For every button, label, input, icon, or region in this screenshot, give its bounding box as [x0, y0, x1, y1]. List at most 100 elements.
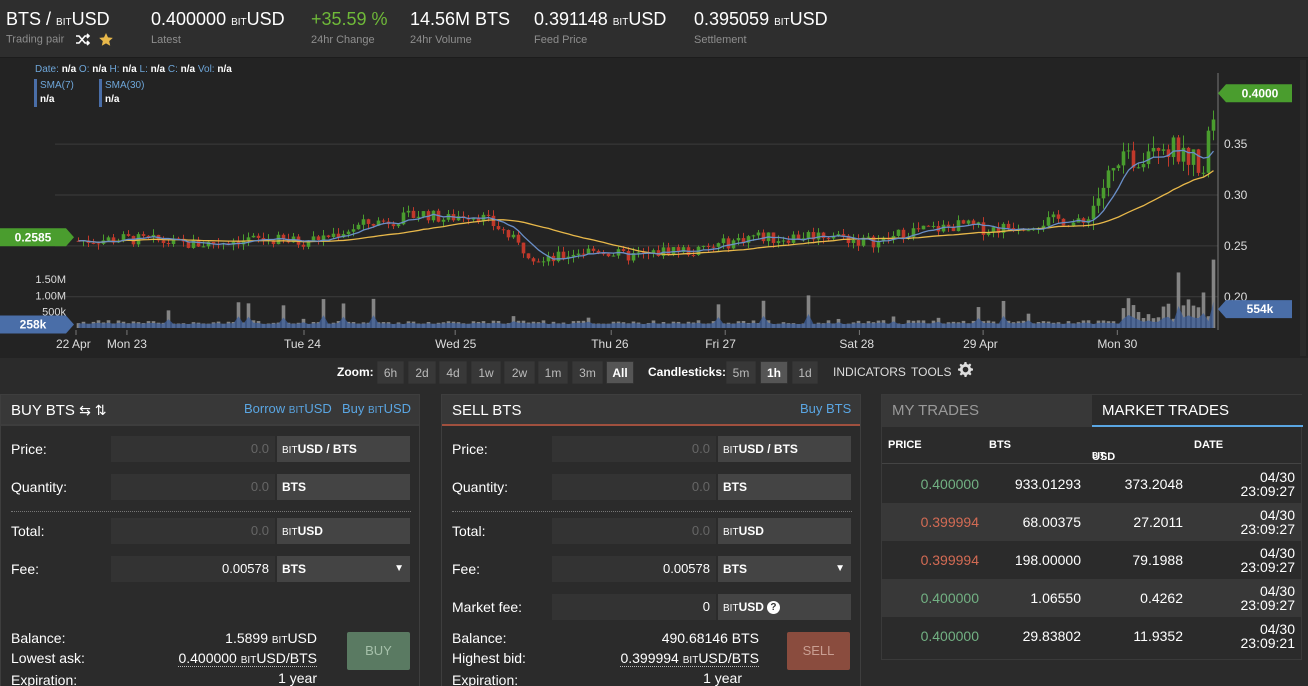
candle-5m-button[interactable]: 5m — [726, 361, 756, 384]
indicators-button[interactable]: INDICATORS — [833, 365, 906, 379]
sell-button[interactable]: SELL — [787, 632, 850, 670]
buy-panel-title: BUY BTS ⇆ ⇅ — [11, 402, 107, 419]
candle — [851, 239, 856, 243]
buy-balance-value[interactable]: 1.5899 BITUSD — [225, 630, 317, 646]
candle — [516, 234, 521, 243]
candle — [701, 245, 706, 247]
candle — [611, 255, 616, 257]
buy-price-input[interactable]: 0.0 — [111, 436, 275, 462]
candle — [961, 220, 966, 224]
buy-quantity-row: Quantity: 0.0 BTS — [11, 474, 411, 500]
trade-bts: 1.06550 — [1030, 590, 1081, 606]
candle — [1121, 151, 1126, 166]
table-row[interactable]: 0.399994 68.00375 27.2011 04/30 23:09:27 — [882, 503, 1301, 541]
buy-price-row: Price: 0.0 BITUSD / BTS — [11, 436, 411, 462]
zoom-6h-button[interactable]: 6h — [377, 361, 404, 384]
candle — [256, 235, 261, 238]
sell-quantity-unit: BTS — [718, 474, 851, 500]
table-row[interactable]: 0.400000 933.01293 373.2048 04/30 23:09:27 — [882, 465, 1301, 503]
market-fee-label: Market fee: — [452, 599, 523, 615]
borrow-link[interactable]: Borrow BITUSD — [244, 401, 332, 416]
col-bts[interactable]: BTS — [989, 439, 1011, 451]
highest-bid-value[interactable]: 0.399994 BITUSD/BTS — [620, 650, 759, 667]
sell-price-input[interactable]: 0.0 — [552, 436, 716, 462]
candle — [606, 253, 611, 257]
sell-divider — [452, 511, 852, 512]
zoom-2d-button[interactable]: 2d — [408, 361, 436, 384]
swap-icon[interactable]: ⇆ ⇅ — [79, 402, 106, 418]
volume-tick-label: 1.50M — [35, 274, 66, 286]
buy-usd-link[interactable]: Buy BITUSD — [342, 401, 411, 416]
buy-fee-asset-select[interactable]: BTS ▼ — [277, 556, 410, 582]
x-tick-label: Sat 28 — [839, 337, 874, 351]
candle — [816, 232, 821, 240]
buy-quantity-unit: BTS — [277, 474, 410, 500]
price-chart[interactable]: 0.35 0.30 0.25 0.20 1.50M 1.00M 500k 22 Apr Mon … — [0, 58, 1308, 358]
settlement-label: Settlement — [694, 34, 747, 46]
candle — [751, 235, 756, 237]
col-price[interactable]: PRICE — [888, 439, 922, 451]
zoom-3m-button[interactable]: 3m — [572, 361, 603, 384]
tools-button[interactable]: TOOLS — [911, 365, 951, 379]
pair-title[interactable]: BTS / BITUSD — [6, 9, 113, 30]
candle — [396, 224, 401, 227]
ohlc-legend: Date: n/a O: n/a H: n/a L: n/a C: n/a Vo… — [35, 64, 232, 75]
candle — [931, 225, 936, 227]
trades-table-header: PRICE BTS BIT USD DATE — [882, 427, 1301, 464]
candle — [786, 240, 791, 243]
right-volume-marker-label: 554k — [1247, 302, 1274, 316]
sell-fee-value: 0.00578 — [552, 556, 716, 582]
sell-total-input[interactable]: 0.0 — [552, 518, 716, 544]
candle — [246, 237, 251, 241]
zoom-2w-button[interactable]: 2w — [504, 361, 535, 384]
table-row[interactable]: 0.400000 1.06550 0.4262 04/30 23:09:27 — [882, 579, 1301, 617]
buy-expiration-value[interactable]: 1 year — [278, 670, 317, 686]
buy-bts-link[interactable]: Buy BTS — [800, 401, 851, 416]
candle — [356, 224, 361, 230]
chevron-down-icon: ▼ — [835, 563, 845, 574]
sell-balance-value[interactable]: 490.68146 BTS — [662, 630, 759, 646]
help-icon[interactable]: ? — [766, 601, 780, 614]
sell-expiration-value[interactable]: 1 year — [703, 670, 742, 686]
table-row[interactable]: 0.400000 29.83802 11.9352 04/30 23:09:21 — [882, 617, 1301, 655]
candle — [421, 211, 426, 217]
zoom-1w-button[interactable]: 1w — [471, 361, 501, 384]
zoom-1m-button[interactable]: 1m — [538, 361, 568, 384]
lowest-ask-value[interactable]: 0.400000 BITUSD/BTS — [178, 650, 317, 667]
candle — [1046, 217, 1051, 226]
gear-icon[interactable] — [958, 362, 973, 377]
sell-fee-label: Fee: — [452, 561, 481, 577]
candle — [371, 223, 376, 226]
zoom-all-button[interactable]: All — [606, 361, 634, 384]
candle-1h-button[interactable]: 1h — [760, 361, 788, 384]
candle — [1151, 147, 1156, 152]
x-tick-label: 22 Apr — [56, 337, 91, 351]
star-icon[interactable] — [99, 33, 114, 46]
trading-pair: BTS / BITUSD Trading pair — [6, 9, 114, 46]
settlement-value: 0.395059 BITUSD — [694, 9, 828, 29]
sell-quantity-input[interactable]: 0.0 — [552, 474, 716, 500]
buy-quantity-input[interactable]: 0.0 — [111, 474, 275, 500]
candle — [1201, 172, 1206, 174]
tab-my-trades[interactable]: MY TRADES — [882, 395, 1092, 427]
shuffle-icon[interactable] — [75, 33, 91, 46]
candle — [1161, 149, 1166, 151]
sell-fee-asset-select[interactable]: BTS ▼ — [718, 556, 851, 582]
zoom-4d-button[interactable]: 4d — [439, 361, 467, 384]
candle — [1106, 170, 1111, 188]
trade-time: 23:09:27 — [1240, 597, 1296, 613]
candle — [1101, 187, 1106, 199]
trade-time: 23:09:21 — [1240, 635, 1296, 651]
table-row[interactable]: 0.399994 198.00000 79.1988 04/30 23:09:27 — [882, 541, 1301, 579]
candle — [1176, 137, 1181, 162]
buy-total-input[interactable]: 0.0 — [111, 518, 275, 544]
candle — [141, 234, 146, 236]
candle — [321, 235, 326, 241]
trade-usd: 373.2048 — [1124, 476, 1183, 492]
candle-1d-button[interactable]: 1d — [792, 361, 818, 384]
candle — [776, 241, 781, 243]
tab-market-trades[interactable]: MARKET TRADES — [1092, 395, 1303, 427]
buy-button[interactable]: BUY — [347, 632, 410, 670]
col-date[interactable]: DATE — [1194, 439, 1223, 451]
price-chart-svg[interactable]: 0.350.300.250.201.50M1.00M500k22 Apr Mon … — [0, 58, 1308, 358]
